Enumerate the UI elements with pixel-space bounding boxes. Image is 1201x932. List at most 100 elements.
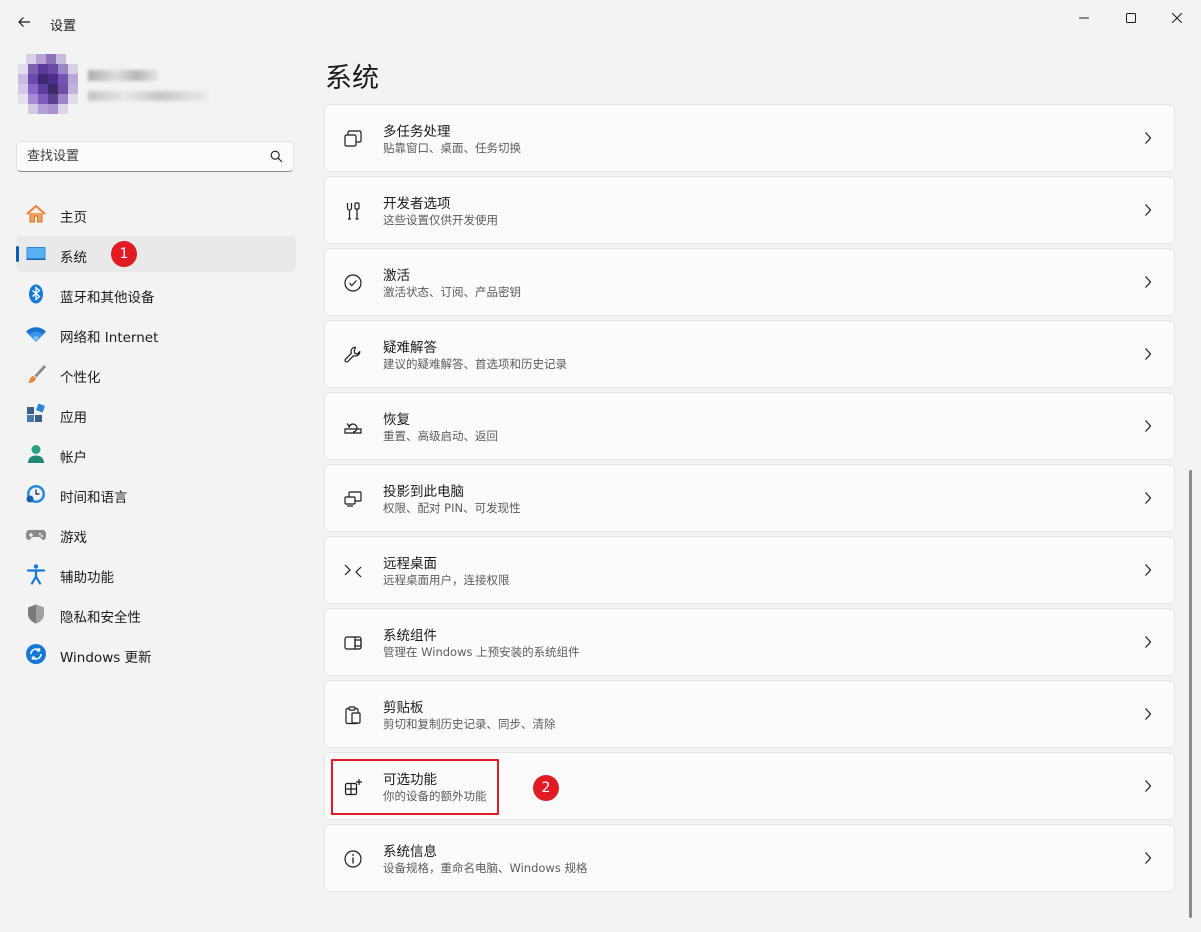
active-indicator xyxy=(16,246,19,262)
sidebar-item-label: 游戏 xyxy=(60,530,87,546)
maximize-button[interactable] xyxy=(1108,3,1154,33)
card-subtitle: 权限、配对 PIN、可发现性 xyxy=(383,501,521,515)
card-title: 远程桌面 xyxy=(383,556,437,572)
info-icon xyxy=(341,847,365,871)
accessibility-icon xyxy=(25,563,47,585)
multitasking-icon xyxy=(341,127,365,151)
sidebar-item-label: 主页 xyxy=(60,210,87,226)
card-title: 激活 xyxy=(383,268,410,284)
home-icon xyxy=(25,203,47,225)
bluetooth-icon xyxy=(25,283,47,305)
apps-icon xyxy=(25,403,47,425)
avatar[interactable] xyxy=(18,54,80,116)
sidebar-item-bluetooth[interactable]: 蓝牙和其他设备 xyxy=(16,276,296,312)
gamepad-icon xyxy=(25,523,47,545)
maximize-icon xyxy=(1126,13,1136,23)
card-subtitle: 远程桌面用户，连接权限 xyxy=(383,573,510,587)
close-icon xyxy=(1172,13,1182,23)
search-box[interactable] xyxy=(16,141,294,172)
brush-icon xyxy=(25,363,47,385)
sidebar-item-label: 辅助功能 xyxy=(60,570,114,586)
clipboard-icon xyxy=(341,703,365,727)
chevron-right-icon xyxy=(1145,564,1152,576)
sidebar-item-windows-update[interactable]: Windows 更新 xyxy=(16,636,296,672)
chevron-right-icon xyxy=(1145,132,1152,144)
card-title: 开发者选项 xyxy=(383,196,451,212)
sidebar-item-home[interactable]: 主页 xyxy=(16,196,296,232)
chevron-right-icon xyxy=(1145,492,1152,504)
card-title: 系统组件 xyxy=(383,628,437,644)
card-subtitle: 建议的疑难解答、首选项和历史记录 xyxy=(383,357,567,371)
sidebar-item-label: Windows 更新 xyxy=(60,650,152,666)
settings-card-remote-desktop[interactable]: 远程桌面 远程桌面用户，连接权限 xyxy=(324,536,1175,604)
settings-card-developer[interactable]: 开发者选项 这些设置仅供开发使用 xyxy=(324,176,1175,244)
chevron-right-icon xyxy=(1145,852,1152,864)
card-title: 投影到此电脑 xyxy=(383,484,464,500)
minimize-icon xyxy=(1079,17,1089,19)
system-icon xyxy=(25,243,47,265)
projection-icon xyxy=(341,487,365,511)
time-language-icon xyxy=(25,483,47,505)
card-subtitle: 这些设置仅供开发使用 xyxy=(383,213,498,227)
sidebar-item-label: 帐户 xyxy=(60,450,87,466)
chevron-right-icon xyxy=(1145,708,1152,720)
sidebar-item-personalization[interactable]: 个性化 xyxy=(16,356,296,392)
settings-card-troubleshoot[interactable]: 疑难解答 建议的疑难解答、首选项和历史记录 xyxy=(324,320,1175,388)
arrow-left-icon xyxy=(18,17,30,27)
sidebar-item-network[interactable]: 网络和 Internet xyxy=(16,316,296,352)
back-button[interactable] xyxy=(12,10,36,34)
settings-card-recovery[interactable]: 恢复 重置、高级启动、返回 xyxy=(324,392,1175,460)
user-name-blurred xyxy=(88,70,158,81)
sidebar-item-label: 网络和 Internet xyxy=(60,330,159,346)
card-subtitle: 剪切和复制历史记录、同步、清除 xyxy=(383,717,556,731)
sidebar-item-label: 应用 xyxy=(60,410,87,426)
chevron-right-icon xyxy=(1145,636,1152,648)
annotation-badge-2: 2 xyxy=(533,775,559,801)
settings-card-system-components[interactable]: 系统组件 管理在 Windows 上预安装的系统组件 xyxy=(324,608,1175,676)
sidebar-item-gaming[interactable]: 游戏 xyxy=(16,516,296,552)
sidebar-item-privacy[interactable]: 隐私和安全性 xyxy=(16,596,296,632)
scrollbar[interactable] xyxy=(1189,470,1192,918)
card-subtitle: 贴靠窗口、桌面、任务切换 xyxy=(383,141,521,155)
search-icon[interactable] xyxy=(270,150,283,163)
app-title: 设置 xyxy=(50,19,77,34)
account-icon xyxy=(25,443,47,465)
card-title: 多任务处理 xyxy=(383,124,451,140)
system-components-icon xyxy=(341,631,365,655)
settings-card-multitasking[interactable]: 多任务处理 贴靠窗口、桌面、任务切换 xyxy=(324,104,1175,172)
sidebar-item-label: 时间和语言 xyxy=(60,490,128,506)
wrench-icon xyxy=(341,343,365,367)
chevron-right-icon xyxy=(1145,276,1152,288)
search-input[interactable] xyxy=(17,142,257,170)
activation-icon xyxy=(341,271,365,295)
annotation-highlight-box xyxy=(331,759,499,815)
card-title: 系统信息 xyxy=(383,844,437,860)
settings-card-clipboard[interactable]: 剪贴板 剪切和复制历史记录、同步、清除 xyxy=(324,680,1175,748)
recovery-icon xyxy=(341,415,365,439)
sidebar-item-label: 系统 xyxy=(60,250,87,266)
card-title: 疑难解答 xyxy=(383,340,437,356)
chevron-right-icon xyxy=(1145,204,1152,216)
chevron-right-icon xyxy=(1145,420,1152,432)
user-email-blurred xyxy=(88,91,208,101)
minimize-button[interactable] xyxy=(1061,3,1107,33)
sidebar-item-apps[interactable]: 应用 xyxy=(16,396,296,432)
wifi-icon xyxy=(25,323,47,345)
card-subtitle: 激活状态、订阅、产品密钥 xyxy=(383,285,521,299)
sidebar-item-time-language[interactable]: 时间和语言 xyxy=(16,476,296,512)
sidebar-item-accounts[interactable]: 帐户 xyxy=(16,436,296,472)
settings-card-system-info[interactable]: 系统信息 设备规格，重命名电脑、Windows 规格 xyxy=(324,824,1175,892)
page-title: 系统 xyxy=(325,63,379,94)
card-subtitle: 管理在 Windows 上预安装的系统组件 xyxy=(383,645,580,659)
card-title: 剪贴板 xyxy=(383,700,424,716)
card-title: 恢复 xyxy=(383,412,410,428)
close-button[interactable] xyxy=(1154,3,1200,33)
settings-card-activation[interactable]: 激活 激活状态、订阅、产品密钥 xyxy=(324,248,1175,316)
sidebar-item-label: 隐私和安全性 xyxy=(60,610,141,626)
sidebar-item-label: 个性化 xyxy=(60,370,101,386)
sidebar-item-accessibility[interactable]: 辅助功能 xyxy=(16,556,296,592)
sidebar-item-system[interactable]: 系统 xyxy=(16,236,296,272)
update-icon xyxy=(25,643,47,665)
settings-card-projection[interactable]: 投影到此电脑 权限、配对 PIN、可发现性 xyxy=(324,464,1175,532)
chevron-right-icon xyxy=(1145,780,1152,792)
